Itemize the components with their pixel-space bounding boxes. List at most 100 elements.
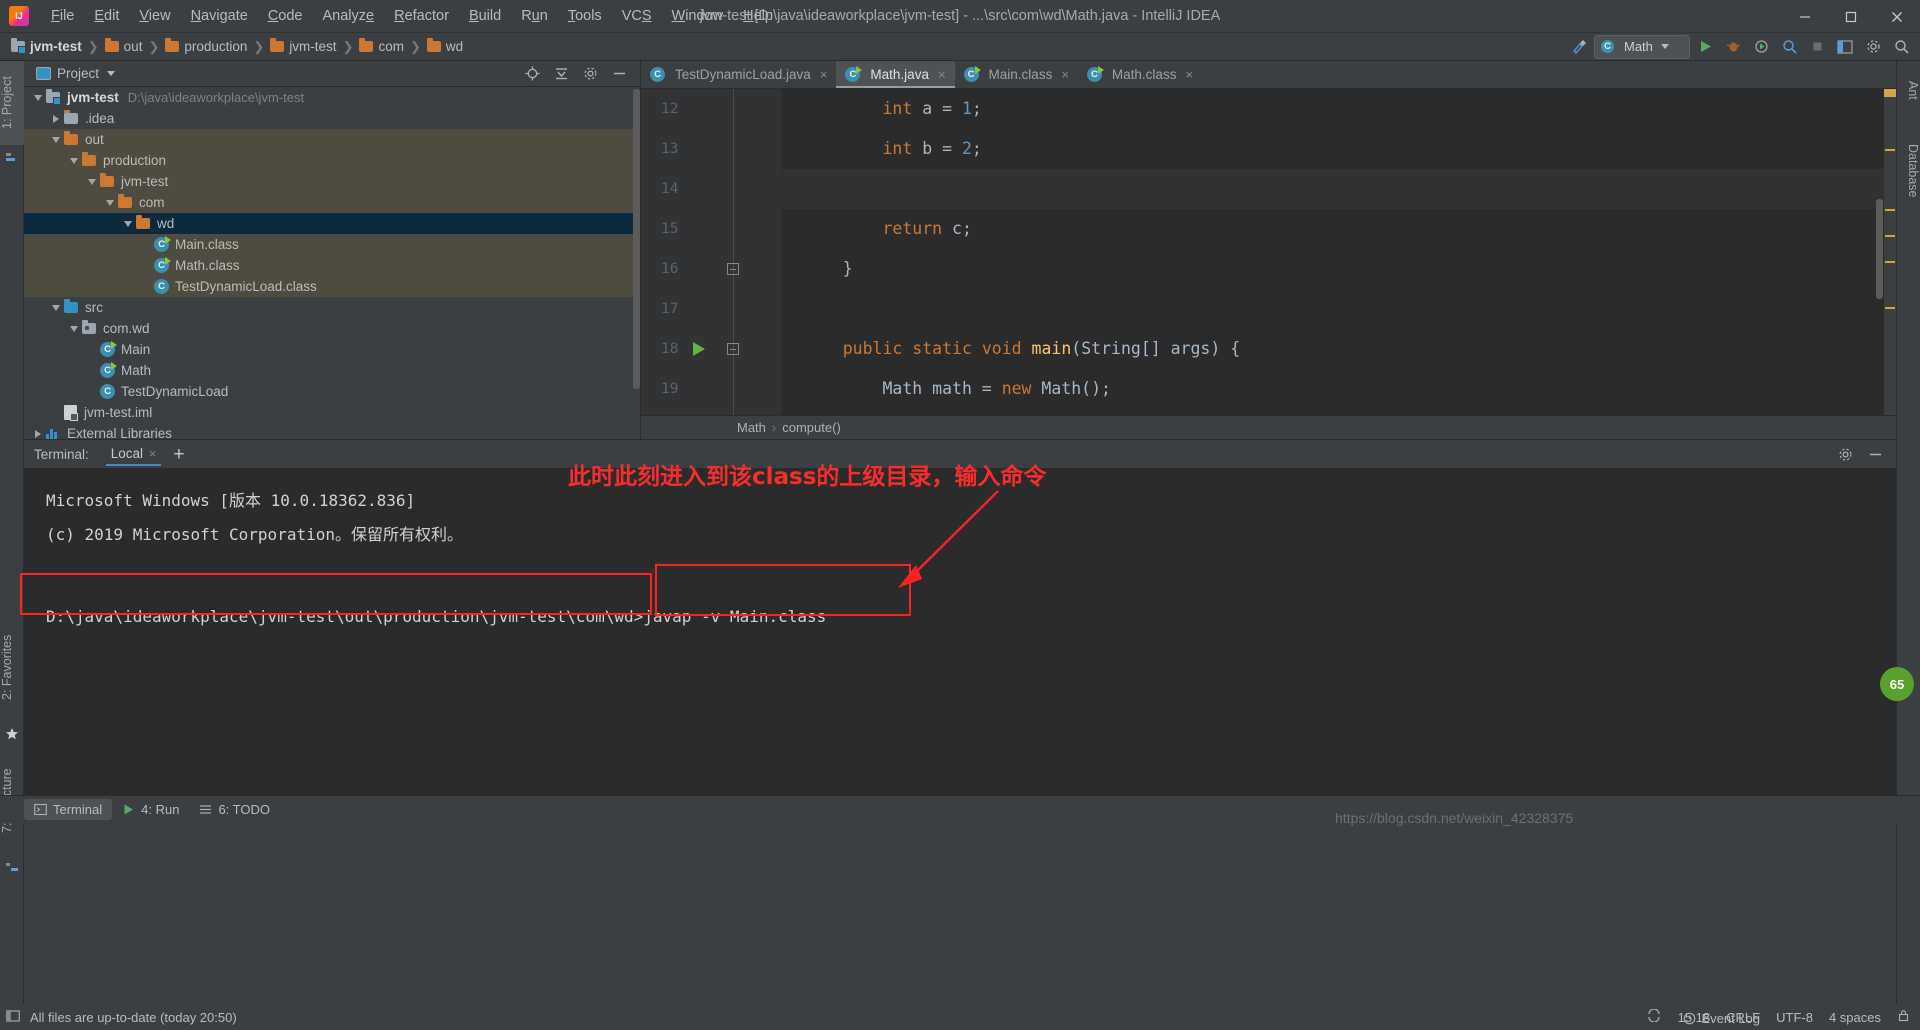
tree-node[interactable]: Main: [24, 339, 640, 360]
menu-build[interactable]: Build: [459, 4, 511, 28]
gutter-line[interactable]: 16: [651, 249, 781, 289]
settings-icon[interactable]: [1860, 35, 1886, 59]
layout-icon[interactable]: [1832, 35, 1858, 59]
fold-icon[interactable]: [727, 343, 739, 355]
collapse-all-icon[interactable]: [548, 62, 574, 86]
tree-twisty[interactable]: [102, 195, 118, 211]
tree-twisty[interactable]: [48, 300, 64, 316]
menu-file[interactable]: File: [41, 4, 84, 28]
settings-icon[interactable]: [577, 62, 603, 86]
collapse-arrow-icon[interactable]: [70, 325, 78, 332]
tree-twisty[interactable]: [138, 237, 154, 253]
menu-code[interactable]: Code: [258, 4, 313, 28]
tree-node[interactable]: External Libraries: [24, 423, 640, 439]
editor-breadcrumb-class[interactable]: Math: [737, 420, 766, 435]
profiler-icon[interactable]: [1776, 35, 1802, 59]
collapse-arrow-icon[interactable]: [52, 304, 60, 311]
menu-vcs[interactable]: VCS: [612, 4, 662, 28]
breadcrumb-item-jvm-test[interactable]: jvm-test: [267, 37, 339, 56]
tree-node[interactable]: jvm-test: [24, 171, 640, 192]
tree-twisty[interactable]: [66, 321, 82, 337]
tree-twisty[interactable]: [138, 258, 154, 274]
collapse-arrow-icon[interactable]: [106, 199, 114, 206]
breadcrumb-item-com[interactable]: com: [356, 37, 407, 56]
expand-arrow-icon[interactable]: [53, 114, 59, 123]
breadcrumb-item-wd[interactable]: wd: [424, 37, 466, 56]
collapse-arrow-icon[interactable]: [124, 220, 132, 227]
tree-node[interactable]: jvm-test D:\java\ideaworkplace\jvm-test: [24, 87, 640, 108]
locate-icon[interactable]: [519, 62, 545, 86]
gutter-line[interactable]: 14: [651, 169, 781, 209]
gutter-line[interactable]: 19: [651, 369, 781, 409]
event-log-button[interactable]: Event Log: [1683, 1011, 1760, 1026]
bottom-tab-terminal[interactable]: Terminal: [24, 799, 113, 820]
menu-view[interactable]: View: [129, 4, 180, 28]
tree-node[interactable]: jvm-test.iml: [24, 402, 640, 423]
run-configuration-selector[interactable]: Math: [1594, 34, 1690, 59]
maximize-button[interactable]: [1828, 0, 1874, 33]
gutter-line[interactable]: 13: [651, 129, 781, 169]
settings-icon[interactable]: [1832, 442, 1858, 466]
terminal-tab-local[interactable]: Local ×: [103, 443, 165, 466]
menu-window[interactable]: Window: [662, 4, 734, 28]
close-icon[interactable]: ×: [1061, 67, 1069, 82]
breadcrumb-item-out[interactable]: out: [102, 37, 146, 56]
status-badge[interactable]: 65: [1880, 667, 1914, 701]
editor-tab[interactable]: Math.java ×: [836, 61, 955, 88]
gutter-line[interactable]: 17: [651, 289, 781, 329]
breadcrumb-item-module[interactable]: jvm-test: [8, 37, 85, 56]
tree-node[interactable]: .idea: [24, 108, 640, 129]
close-icon[interactable]: ×: [1185, 67, 1193, 82]
tree-node[interactable]: production: [24, 150, 640, 171]
tree-twisty[interactable]: [30, 90, 46, 106]
tree-twisty[interactable]: [120, 216, 136, 232]
tree-node[interactable]: TestDynamicLoad: [24, 381, 640, 402]
menu-analyze[interactable]: Analyze: [313, 4, 385, 28]
terminal-output[interactable]: Microsoft Windows [版本 10.0.18362.836] (c…: [24, 468, 1896, 795]
bottom-tab-run[interactable]: 4: Run: [112, 799, 189, 820]
structure-icon[interactable]: [5, 861, 19, 875]
tree-twisty[interactable]: [84, 384, 100, 400]
editor-tab[interactable]: Main.class ×: [955, 61, 1078, 88]
tree-node[interactable]: com: [24, 192, 640, 213]
close-icon[interactable]: ×: [938, 67, 946, 82]
gutter-line[interactable]: 15: [651, 209, 781, 249]
build-icon[interactable]: [1566, 35, 1592, 59]
star-icon[interactable]: [5, 727, 19, 741]
tree-twisty[interactable]: [66, 153, 82, 169]
breadcrumb-item-production[interactable]: production: [162, 37, 250, 56]
hide-icon[interactable]: [606, 62, 632, 86]
code-text-area[interactable]: int a = 1; int b = 2; int c = (a + b) * …: [781, 89, 1896, 415]
tree-twisty[interactable]: [48, 405, 64, 421]
search-icon[interactable]: [1888, 35, 1914, 59]
run-icon[interactable]: [1692, 35, 1718, 59]
close-icon[interactable]: ×: [820, 67, 828, 82]
close-icon[interactable]: ×: [149, 447, 156, 461]
tree-node[interactable]: Math: [24, 360, 640, 381]
new-terminal-tab-button[interactable]: +: [164, 445, 193, 464]
lock-icon[interactable]: [1897, 1009, 1910, 1025]
tree-twisty[interactable]: [84, 342, 100, 358]
collapse-arrow-icon[interactable]: [88, 178, 96, 185]
tree-twisty[interactable]: [84, 363, 100, 379]
project-panel-title-group[interactable]: Project: [28, 66, 116, 81]
sidebar-item-database[interactable]: Database: [1896, 121, 1920, 221]
collapse-arrow-icon[interactable]: [70, 157, 78, 164]
project-tree[interactable]: jvm-test D:\java\ideaworkplace\jvm-test .i…: [24, 87, 640, 439]
gutter-line[interactable]: 12: [651, 89, 781, 129]
tree-twisty[interactable]: [48, 132, 64, 148]
collapse-arrow-icon[interactable]: [52, 136, 60, 143]
tree-node[interactable]: src: [24, 297, 640, 318]
tree-twisty[interactable]: [30, 426, 46, 440]
run-coverage-icon[interactable]: [1748, 35, 1774, 59]
bottom-tab-todo[interactable]: 6: TODO: [189, 799, 280, 820]
tree-twisty[interactable]: [84, 174, 100, 190]
tree-node[interactable]: com.wd: [24, 318, 640, 339]
tree-twisty[interactable]: [138, 279, 154, 295]
tree-node[interactable]: Main.class: [24, 234, 640, 255]
editor-scrollbar[interactable]: [1876, 199, 1883, 299]
editor-gutter[interactable]: 12 13 14 15 16 17 18 19: [651, 89, 781, 415]
hide-icon[interactable]: [1862, 442, 1888, 466]
expand-arrow-icon[interactable]: [35, 429, 41, 438]
menu-edit[interactable]: Edit: [84, 4, 129, 28]
